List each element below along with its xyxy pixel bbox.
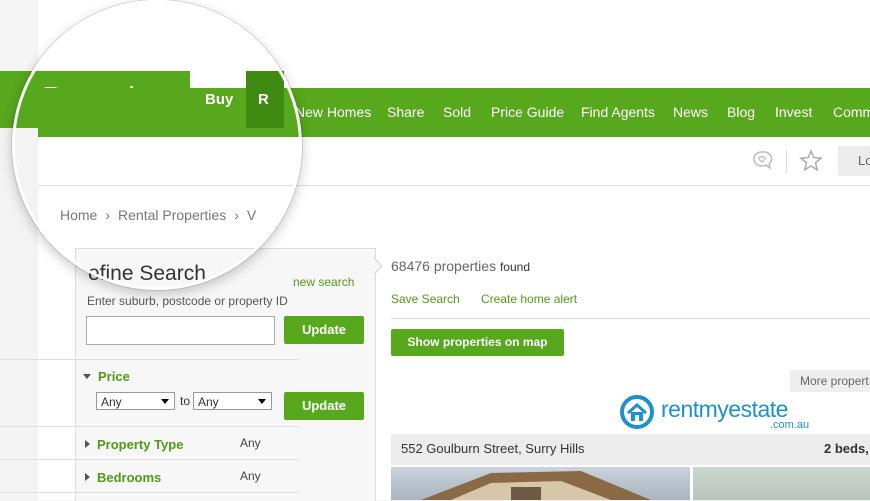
breadcrumb: Home › Rental Properties › V	[60, 207, 256, 223]
expand-icon	[83, 374, 91, 379]
expand-icon	[85, 473, 90, 481]
comment-heart-icon[interactable]	[750, 149, 774, 173]
listing-address[interactable]: 552 Goulburn Street, Surry Hills	[401, 441, 585, 456]
more-properties-label: More propert	[800, 374, 869, 388]
nav-item-commercial[interactable]: Comm	[833, 88, 870, 137]
expand-icon	[85, 440, 90, 448]
more-properties-tab[interactable]: More propert	[790, 370, 870, 392]
price-min-value: Any	[101, 395, 122, 409]
search-input[interactable]	[86, 316, 275, 345]
bedrooms-label: Bedrooms	[97, 470, 162, 485]
search-hint: Enter suburb, postcode or property ID	[87, 294, 288, 308]
bedrooms-value: Any	[240, 469, 261, 483]
results-found: found	[499, 260, 530, 274]
agency-name: rentmyestate	[661, 396, 788, 422]
price-label: Price	[98, 369, 130, 384]
listing-photo[interactable]	[391, 467, 690, 500]
nav-item-invest[interactable]: Invest	[775, 88, 812, 137]
property-type-value: Any	[240, 436, 261, 450]
nav-item-find-agents[interactable]: Find Agents	[581, 88, 655, 137]
chevron-down-icon	[258, 399, 266, 404]
price-min-select[interactable]: Any	[96, 392, 175, 410]
nav-item-blog[interactable]: Blog	[727, 88, 755, 137]
nav-item-price-guide[interactable]: Price Guide	[491, 88, 564, 137]
star-icon[interactable]	[798, 148, 824, 174]
agency-logo[interactable]: rentmyestate .com.au	[620, 392, 820, 432]
price-max-select[interactable]: Any	[193, 392, 272, 410]
property-type-label: Property Type	[97, 437, 184, 452]
price-max-value: Any	[198, 395, 219, 409]
property-type-toggle[interactable]: Property Type	[85, 436, 183, 454]
save-search-link[interactable]: Save Search	[391, 292, 460, 306]
update-button[interactable]: Update	[284, 316, 364, 344]
results-count-number: 68476 properties	[391, 258, 497, 274]
login-label: Lo	[858, 153, 870, 168]
new-search-link[interactable]: new search	[293, 275, 354, 289]
bedrooms-toggle[interactable]: Bedrooms	[85, 469, 161, 487]
chevron-down-icon	[161, 399, 169, 404]
results-divider	[391, 318, 870, 319]
breadcrumb-rental[interactable]: Rental Properties	[118, 207, 226, 223]
results-count: 68476 properties found	[391, 258, 530, 274]
nav-item-buy[interactable]: Buy	[205, 71, 233, 128]
listing-beds: 2 beds,	[824, 441, 869, 456]
nav-item-new-homes[interactable]: New Homes	[295, 88, 371, 137]
breadcrumb-current[interactable]: V	[247, 207, 256, 223]
breadcrumb-home[interactable]: Home	[60, 207, 97, 223]
price-update-button[interactable]: Update	[284, 392, 364, 420]
nav-item-rent[interactable]: R	[246, 71, 284, 128]
price-toggle[interactable]: Price	[83, 368, 130, 386]
nav-item-sold[interactable]: Sold	[443, 88, 471, 137]
login-button[interactable]: Lo	[838, 146, 870, 176]
house-icon	[620, 395, 654, 429]
breadcrumb-separator: ›	[105, 207, 111, 223]
listing-header[interactable]: 552 Goulburn Street, Surry Hills 2 beds,	[391, 434, 870, 465]
divider	[786, 150, 787, 174]
price-to-label: to	[180, 394, 191, 408]
sub-bar	[38, 137, 870, 186]
create-home-alert-link[interactable]: Create home alert	[481, 292, 577, 306]
show-on-map-button[interactable]: Show properties on map	[391, 329, 564, 356]
nav-item-share[interactable]: Share	[387, 88, 424, 137]
breadcrumb-separator: ›	[234, 207, 239, 223]
panel-pointer-inner	[373, 258, 381, 274]
listing-photo-secondary[interactable]	[693, 467, 870, 500]
nav-item-news[interactable]: News	[673, 88, 708, 137]
agency-domain: .com.au	[770, 419, 810, 431]
refine-search-title: efine Search	[88, 262, 206, 285]
